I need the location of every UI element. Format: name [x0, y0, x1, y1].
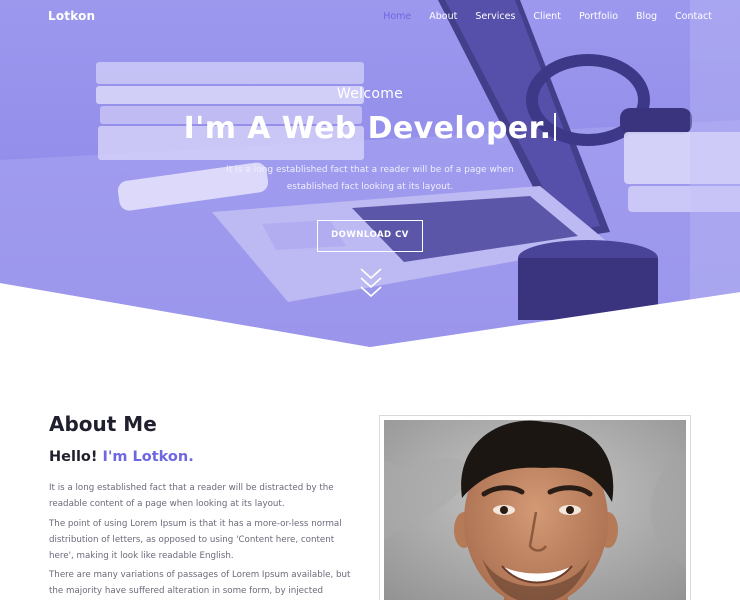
about-greeting-hello: Hello!	[49, 449, 103, 465]
typing-cursor	[554, 113, 557, 141]
hero-headline-text: I'm A Web Developer.	[183, 111, 552, 146]
nav-link-blog[interactable]: Blog	[636, 11, 657, 22]
nav-link-about[interactable]: About	[429, 11, 457, 22]
nav-links: Home About Services Client Portfolio Blo…	[365, 11, 712, 22]
download-cv-button[interactable]: DOWNLOAD CV	[317, 220, 423, 252]
profile-photo	[384, 420, 686, 600]
hero-headline: I'm A Web Developer.	[0, 111, 740, 146]
about-paragraph-3: There are many variations of passages of…	[49, 570, 351, 596]
chevrons-down-icon[interactable]	[359, 266, 383, 304]
hero-content: Welcome I'm A Web Developer. It is a lon…	[0, 86, 740, 252]
hero-welcome: Welcome	[336, 86, 404, 102]
nav-link-portfolio[interactable]: Portfolio	[579, 11, 618, 22]
nav-link-home[interactable]: Home	[383, 11, 411, 22]
nav-link-services[interactable]: Services	[475, 11, 515, 22]
about-greeting-name: I'm Lotkon.	[102, 449, 194, 465]
profile-photo-frame	[379, 415, 691, 600]
about-greeting: Hello! I'm Lotkon.	[49, 449, 194, 465]
nav-link-client[interactable]: Client	[533, 11, 561, 22]
main-navbar: Lotkon Home About Services Client Portfo…	[0, 0, 740, 34]
hero-description: It is a long established fact that a rea…	[226, 165, 514, 192]
about-heading-strong: About	[49, 412, 117, 436]
hero-section: Lotkon Home About Services Client Portfo…	[0, 0, 740, 350]
about-paragraph-1: It is a long established fact that a rea…	[49, 483, 334, 509]
about-heading-rest: Me	[116, 412, 157, 436]
about-paragraph-2: The point of using Lorem Ipsum is that i…	[49, 519, 342, 561]
brand-logo[interactable]: Lotkon	[48, 9, 95, 23]
nav-link-contact[interactable]: Contact	[675, 11, 712, 22]
about-heading: About Me	[49, 412, 157, 436]
